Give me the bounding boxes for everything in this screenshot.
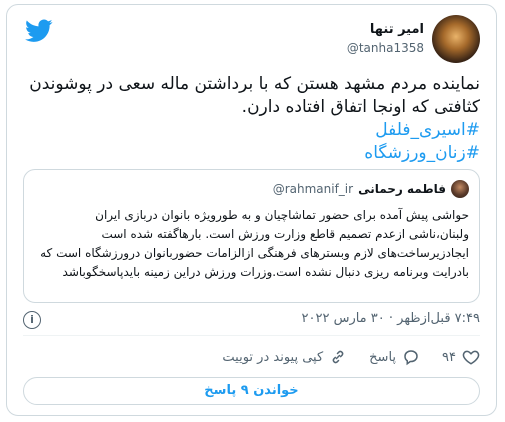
copy-link-label: کپی پیوند در توییت bbox=[222, 349, 324, 365]
like-button[interactable]: ۹۴ bbox=[442, 348, 480, 366]
reply-button[interactable]: پاسخ bbox=[369, 348, 420, 366]
quoted-tweet[interactable]: فاطمه رحمانی @rahmanif_ir حواشی پیش آمده… bbox=[23, 169, 480, 303]
read-replies-button[interactable]: خواندن ۹ پاسخ bbox=[23, 377, 480, 405]
quoted-display-name: فاطمه رحمانی bbox=[358, 182, 446, 196]
tweet-text: نماینده مردم مشهد هستن که با برداشتن مال… bbox=[23, 73, 480, 165]
hashtag-link[interactable]: #زنان_ورزشگاه bbox=[23, 142, 480, 165]
quoted-author: فاطمه رحمانی @rahmanif_ir bbox=[273, 180, 469, 198]
tweet-card: امیر تنها @tanha1358 نماینده مردم مشهد ه… bbox=[6, 4, 497, 416]
reply-icon bbox=[404, 350, 418, 366]
divider bbox=[23, 335, 480, 336]
tweet-body: نماینده مردم مشهد هستن که با برداشتن مال… bbox=[29, 74, 480, 117]
info-icon[interactable]: i bbox=[23, 311, 41, 329]
quoted-text: حواشی پیش آمده برای حضور تماشاچیان و به … bbox=[40, 208, 469, 279]
quoted-avatar bbox=[451, 180, 469, 198]
quoted-handle: @rahmanif_ir bbox=[272, 182, 354, 196]
reply-label: پاسخ bbox=[369, 349, 397, 365]
author-info[interactable]: امیر تنها @tanha1358 bbox=[347, 21, 424, 57]
author-display-name[interactable]: امیر تنها bbox=[347, 21, 424, 39]
like-count: ۹۴ bbox=[442, 349, 456, 365]
author-handle[interactable]: @tanha1358 bbox=[347, 39, 424, 57]
copy-link-button[interactable]: کپی پیوند در توییت bbox=[222, 348, 347, 366]
action-bar: ۹۴ پاسخ کپی پیوند در توییت bbox=[7, 345, 480, 369]
timestamp[interactable]: ۷:۴۹ قبل‌ازظهر · ۳۰ مارس ۲۰۲۲ bbox=[302, 311, 481, 326]
heart-icon bbox=[462, 350, 480, 365]
hashtag-link[interactable]: #اسیری_فلفل bbox=[23, 119, 480, 142]
twitter-bird-icon[interactable] bbox=[25, 19, 53, 43]
link-icon bbox=[332, 350, 344, 364]
avatar[interactable] bbox=[432, 15, 480, 63]
